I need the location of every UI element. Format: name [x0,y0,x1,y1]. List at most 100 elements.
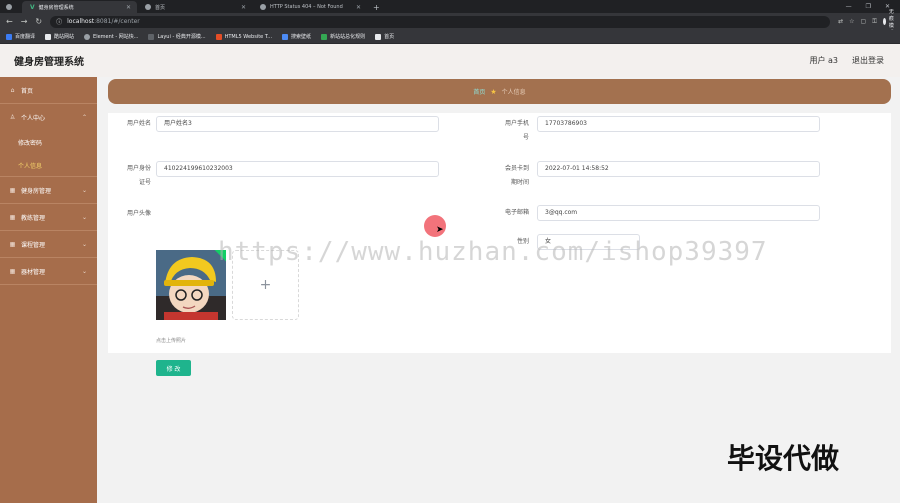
idcard-label-line2: 证号 [138,179,151,186]
bookmark-label: 搜索壁纸 [291,34,312,40]
bookmark-label: 酷站网站 [54,34,75,40]
browser-tab[interactable]: 首页 ✕ [137,1,252,13]
sidebar-item-home[interactable]: ⌂ 首页 [0,77,97,104]
chevron-down-icon: ⌄ [81,186,87,194]
close-tab-icon[interactable]: ✕ [241,4,246,11]
bookmark-item[interactable]: HTML5 Website T... [215,33,272,40]
bookmark-item[interactable]: 新站站总化规则 [321,33,365,40]
star-icon: ★ [490,87,497,96]
upload-hint: 点击上传照片 [156,338,187,344]
sidebar-item-personal-center[interactable]: ♙ 个人中心 ⌃ [0,104,97,131]
tab-title: 首页 [155,4,166,11]
phone-label-line2: 号 [522,134,529,141]
app-title: 健身房管理系统 [14,57,84,68]
bookmark-icon [375,33,382,40]
bookmark-item[interactable]: 首页 [375,33,394,40]
translate-icon[interactable]: ⇄ [838,18,843,25]
browser-tab[interactable]: HTTP Status 404 – Not Found ✕ [252,1,367,13]
breadcrumb-current: 个人信息 [501,89,526,96]
plus-icon: + [259,277,272,293]
bookmark-icon [45,33,52,40]
bookmark-icon [6,33,12,40]
sidebar-item-label: 健身房管理 [21,187,52,195]
avatar-label: 用户头像 [126,210,151,217]
browser-tab[interactable] [0,1,22,13]
close-tab-icon[interactable]: ✕ [126,4,131,11]
user-icon: ♙ [9,114,16,121]
phone-field[interactable]: 17703786903 [537,116,820,132]
grid-icon: ▦ [9,213,16,221]
header-actions: 用户 a3 退出登录 [809,55,884,66]
bookmark-star-icon[interactable]: ☆ [849,18,854,25]
breadcrumb-home[interactable]: 首页 [473,87,485,96]
sidebar-item-label: 首页 [21,87,34,95]
idcard-field[interactable]: 410224199610232003 [156,161,439,177]
bookmark-icon [321,33,328,40]
sidebar-item-course[interactable]: ▦ 课程管理 ⌄ [0,231,97,258]
tab-title: HTTP Status 404 – Not Found [270,4,343,10]
bookmark-label: 新站站总化规则 [330,34,366,40]
extensions-icon[interactable]: ▢ [861,18,867,25]
sidebar-subitem-change-password[interactable]: 修改密码 [0,131,97,154]
avatar-image[interactable] [156,250,226,320]
browser-toolbar: ← → ↻ ⓘ localhost:8081/#/center ⇄ ☆ ▢ ⚿ … [0,9,900,36]
sidebar-item-equipment[interactable]: ▦ 器材管理 ⌄ [0,258,97,285]
forward-icon[interactable]: → [21,17,28,26]
grid-icon: ▦ [9,186,16,194]
grid-icon: ▦ [9,240,16,248]
expire-field[interactable]: 2022-07-01 14:58:52 [537,161,820,177]
url-host: localhost [67,18,95,25]
info-icon[interactable]: ⓘ [56,17,62,26]
idcard-label-line1: 用户身份 [126,165,151,172]
bookmark-label: 首页 [384,34,395,40]
chevron-down-icon: ⌄ [81,267,87,275]
bookmark-icon [148,33,155,40]
sidebar-item-label: 课程管理 [21,241,46,249]
avatar-portrait-icon [156,250,226,320]
username-label: 用户姓名 [126,120,151,127]
logout-button[interactable]: 退出登录 [852,55,884,66]
address-bar[interactable]: ⓘ localhost:8081/#/center [50,15,831,28]
corner-caption: 毕设代做 [727,442,840,475]
home-icon: ⌂ [10,86,15,94]
page-icon [6,4,12,10]
bookmark-item[interactable]: 百度翻译 [6,33,35,40]
watermark-text: https://www.huzhan.com/ishop39397 [218,237,768,267]
browser-tab-active[interactable]: V 健身房管理系统 ✕ [22,1,137,13]
expire-label-line1: 会员卡到 [504,165,529,172]
sidebar-item-gym[interactable]: ▦ 健身房管理 ⌄ [0,177,97,204]
bookmarks-bar: 百度翻译 酷站网站 Element - 网站快... Layui - 经典开源模… [0,30,900,44]
bookmark-label: Element - 网站快... [93,34,139,40]
expire-label-line2: 期时间 [510,179,529,186]
sidebar-item-label: 器材管理 [21,268,46,276]
incognito-icon [882,18,886,25]
sidebar-subitem-profile[interactable]: 个人信息 [0,154,97,177]
app-header: 健身房管理系统 用户 a3 退出登录 [0,44,900,77]
bookmark-item[interactable]: Element - 网站快... [84,33,138,40]
bookmark-item[interactable]: 搜索壁纸 [282,33,311,40]
key-icon[interactable]: ⚿ [872,18,877,26]
grid-icon: ▦ [9,267,16,275]
current-user: 用户 a3 [809,56,838,65]
new-tab-icon[interactable]: + [367,1,386,13]
globe-icon [145,4,151,10]
save-button[interactable]: 修 改 [156,360,191,376]
chevron-down-icon: ⌄ [81,240,87,248]
sidebar: ⌂ 首页 ♙ 个人中心 ⌃ 修改密码 个人信息 ▦ 健身房管理 ⌄ ▦ 教练管理… [0,77,97,503]
bookmark-label: Layui - 经典开源模... [157,34,206,40]
username-field[interactable]: 用户姓名3 [156,116,439,132]
bookmark-item[interactable]: Layui - 经典开源模... [148,33,206,40]
bookmark-icon [84,33,91,40]
sidebar-item-label: 教练管理 [21,214,46,222]
chevron-down-icon: ⌄ [81,213,87,221]
mouse-cursor-icon: ➤ [436,225,444,235]
close-tab-icon[interactable]: ✕ [356,4,361,11]
phone-label-line1: 用户手机 [504,120,529,127]
bookmark-item[interactable]: 酷站网站 [45,33,74,40]
breadcrumb: 首页 ★ 个人信息 [108,79,891,104]
back-icon[interactable]: ← [6,17,13,26]
email-field[interactable]: 3@qq.com [537,205,820,221]
reload-icon[interactable]: ↻ [35,17,42,26]
bookmark-label: 百度翻译 [15,34,36,40]
sidebar-item-coach[interactable]: ▦ 教练管理 ⌄ [0,204,97,231]
